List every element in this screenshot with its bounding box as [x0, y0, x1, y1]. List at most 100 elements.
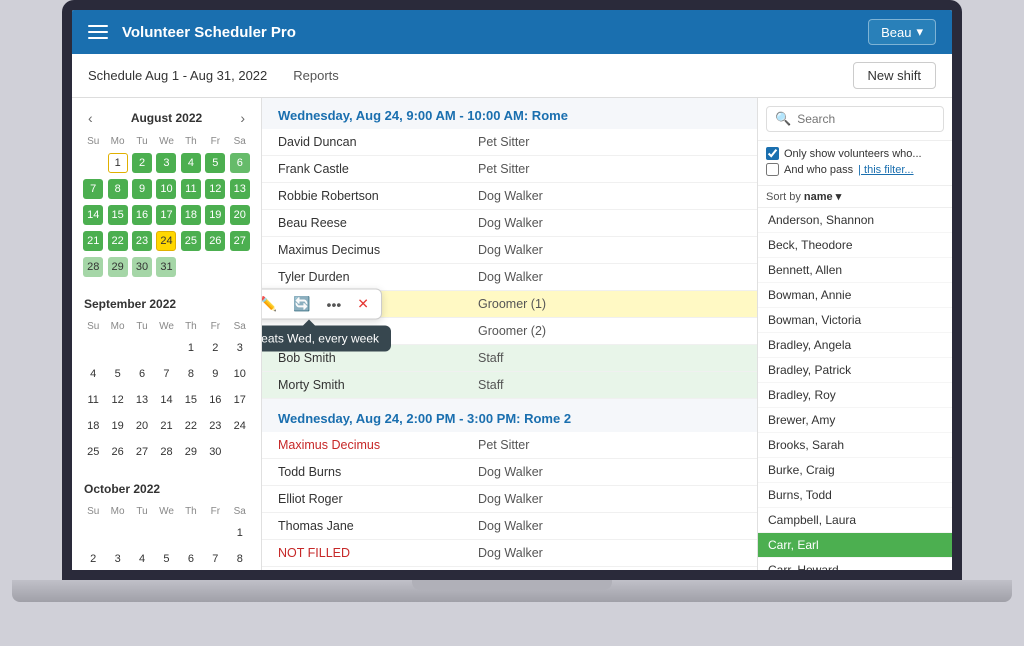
- list-item[interactable]: Bowman, Annie: [758, 283, 952, 308]
- search-input[interactable]: [797, 112, 935, 126]
- search-wrapper[interactable]: 🔍: [766, 106, 944, 132]
- cal-day-cell[interactable]: 14: [82, 203, 104, 227]
- cal-day-cell[interactable]: 27: [229, 229, 251, 253]
- list-item[interactable]: Bowman, Victoria: [758, 308, 952, 333]
- cal-next-button[interactable]: ›: [236, 110, 249, 126]
- cal-day-cell[interactable]: 4: [180, 151, 202, 175]
- list-item-active[interactable]: Carr, Earl: [758, 533, 952, 558]
- cal-day[interactable]: 25: [181, 231, 201, 251]
- cal-day-cell[interactable]: 5: [204, 151, 226, 175]
- cal-day-cell[interactable]: 6: [229, 151, 251, 175]
- menu-icon[interactable]: [88, 25, 108, 39]
- cal-day-cell[interactable]: 2: [131, 151, 153, 175]
- cal-day-cell[interactable]: 19: [204, 203, 226, 227]
- cal-day-cell[interactable]: 15: [106, 203, 128, 227]
- cal-day[interactable]: 9: [132, 179, 152, 199]
- user-menu[interactable]: Beau ▾: [868, 19, 936, 45]
- cal-day-cell[interactable]: 18: [180, 203, 202, 227]
- cal-day[interactable]: 23: [132, 231, 152, 251]
- filter-checkbox-1[interactable]: [766, 147, 779, 160]
- cal-day[interactable]: 8: [108, 179, 128, 199]
- cal-day[interactable]: 3: [156, 153, 176, 173]
- cal-day[interactable]: 11: [181, 179, 201, 199]
- cal-day-cell[interactable]: 7: [82, 177, 104, 201]
- volunteer-name: Elliot Roger: [262, 486, 462, 513]
- list-item[interactable]: Bradley, Angela: [758, 333, 952, 358]
- cal-day[interactable]: 28: [83, 257, 103, 277]
- cal-day-cell[interactable]: 23: [131, 229, 153, 253]
- list-item[interactable]: Brooks, Sarah: [758, 433, 952, 458]
- cal-day[interactable]: 5: [205, 153, 225, 173]
- cal-day[interactable]: 12: [205, 179, 225, 199]
- cal-day[interactable]: 10: [156, 179, 176, 199]
- cal-day-cell[interactable]: 30: [131, 255, 153, 279]
- cal-day-cell[interactable]: 21: [82, 229, 104, 253]
- list-item[interactable]: Campbell, Laura: [758, 508, 952, 533]
- cal-day[interactable]: 21: [83, 231, 103, 251]
- more-button[interactable]: •••: [321, 293, 348, 315]
- cal-day[interactable]: 26: [205, 231, 225, 251]
- cal-day[interactable]: 13: [230, 179, 250, 199]
- cal-day-cell[interactable]: 9: [131, 177, 153, 201]
- cal-day-cell[interactable]: 25: [180, 229, 202, 253]
- filter-checkbox-2[interactable]: [766, 163, 779, 176]
- filter-link[interactable]: | this filter...: [858, 164, 913, 176]
- cal-day[interactable]: 20: [230, 205, 250, 225]
- list-item[interactable]: Bennett, Allen: [758, 258, 952, 283]
- list-item[interactable]: Anderson, Shannon: [758, 208, 952, 233]
- cal-day[interactable]: 7: [83, 179, 103, 199]
- list-item[interactable]: Bradley, Patrick: [758, 358, 952, 383]
- table-row-selected[interactable]: Joyce Dean ✏️ 🔄 ••• ✕ Repeats Wed, every: [262, 291, 757, 318]
- cal-day[interactable]: 2: [205, 338, 225, 358]
- cal-day-cell[interactable]: 10: [155, 177, 177, 201]
- list-item[interactable]: Beck, Theodore: [758, 233, 952, 258]
- cal-prev-button[interactable]: ‹: [84, 110, 97, 126]
- cal-day-cell[interactable]: 11: [180, 177, 202, 201]
- cal-day-selected[interactable]: 24: [156, 231, 176, 251]
- repeat-button[interactable]: 🔄: [287, 293, 316, 316]
- cal-day[interactable]: 1: [181, 338, 201, 358]
- cal-day-cell[interactable]: 29: [106, 255, 128, 279]
- calendar-panel: ‹ August 2022 › Su Mo Tu We: [72, 98, 262, 570]
- cal-day-cell[interactable]: 24: [155, 229, 177, 253]
- new-shift-button[interactable]: New shift: [853, 62, 936, 89]
- cal-day-cell[interactable]: 20: [229, 203, 251, 227]
- cal-day[interactable]: 17: [156, 205, 176, 225]
- cal-day[interactable]: 27: [230, 231, 250, 251]
- cal-day-cell[interactable]: 13: [229, 177, 251, 201]
- cal-day-cell[interactable]: 12: [204, 177, 226, 201]
- cal-day[interactable]: 19: [205, 205, 225, 225]
- cal-day-cell[interactable]: 26: [204, 229, 226, 253]
- cal-day-cell[interactable]: 22: [106, 229, 128, 253]
- reports-tab[interactable]: Reports: [279, 62, 353, 89]
- edit-button[interactable]: ✏️: [262, 293, 283, 316]
- cal-day[interactable]: 16: [132, 205, 152, 225]
- cal-day[interactable]: 14: [83, 205, 103, 225]
- cal-day-cell[interactable]: 28: [82, 255, 104, 279]
- cal-day[interactable]: 18: [181, 205, 201, 225]
- cal-day[interactable]: 30: [132, 257, 152, 277]
- list-item[interactable]: Burke, Craig: [758, 458, 952, 483]
- cal-day[interactable]: 6: [230, 153, 250, 173]
- cal-day-cell[interactable]: 31: [155, 255, 177, 279]
- cal-day-cell[interactable]: 3: [155, 151, 177, 175]
- list-item[interactable]: Bradley, Roy: [758, 383, 952, 408]
- close-button[interactable]: ✕: [351, 293, 375, 316]
- cal-day[interactable]: 31: [156, 257, 176, 277]
- sort-field[interactable]: name ▾: [804, 191, 841, 203]
- cal-day[interactable]: 22: [108, 231, 128, 251]
- cal-day[interactable]: 3: [230, 338, 250, 358]
- cal-day-cell[interactable]: 8: [106, 177, 128, 201]
- list-item[interactable]: Carr, Howard: [758, 558, 952, 570]
- cal-day-cell[interactable]: 16: [131, 203, 153, 227]
- calendar-september: September 2022 SuMoTuWeThFrSa: [80, 297, 253, 466]
- list-item[interactable]: Brewer, Amy: [758, 408, 952, 433]
- cal-day-cell[interactable]: 17: [155, 203, 177, 227]
- cal-day-cell[interactable]: 1: [106, 151, 128, 175]
- list-item[interactable]: Burns, Todd: [758, 483, 952, 508]
- cal-day[interactable]: 29: [108, 257, 128, 277]
- cal-day[interactable]: 2: [132, 153, 152, 173]
- cal-day[interactable]: 15: [108, 205, 128, 225]
- cal-day[interactable]: 4: [181, 153, 201, 173]
- cal-day[interactable]: 1: [108, 153, 128, 173]
